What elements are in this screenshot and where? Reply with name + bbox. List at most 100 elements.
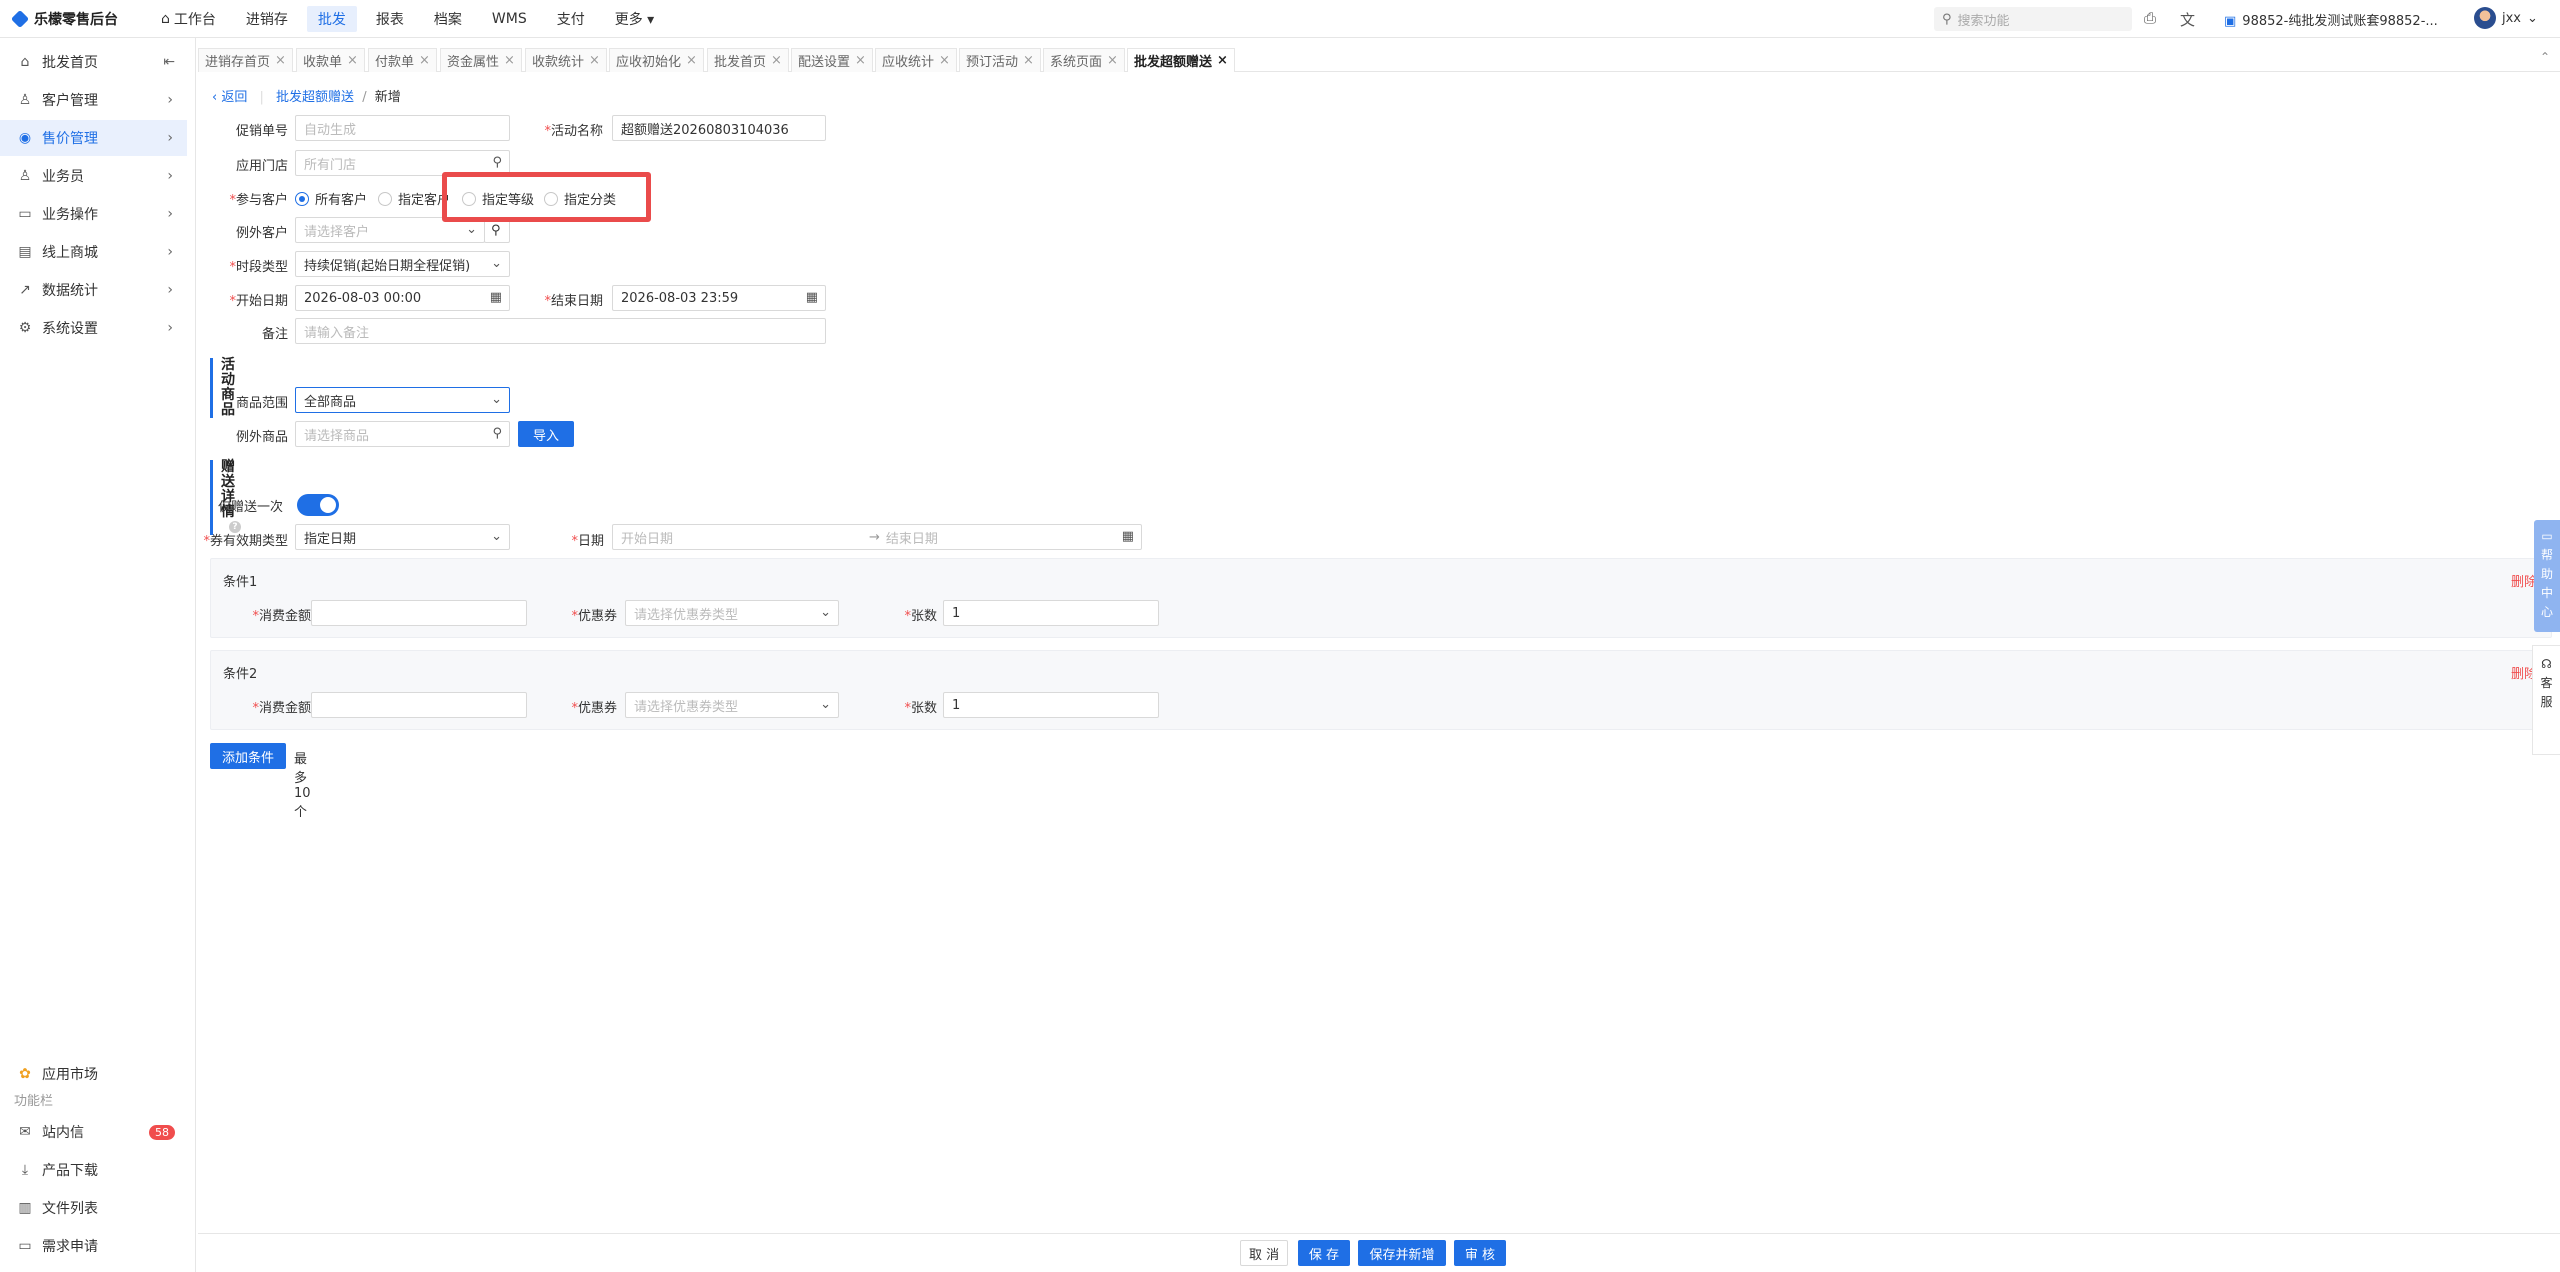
validity-type-select[interactable]: 指定日期 ⌄ — [295, 524, 510, 550]
sidebar-item-online-mall[interactable]: ▤ 线上商城 › — [0, 234, 187, 270]
sidebar-item-operations[interactable]: ▭ 业务操作 › — [0, 196, 187, 232]
import-button[interactable]: 导入 — [518, 421, 574, 447]
save-button[interactable]: 保 存 — [1298, 1240, 1350, 1266]
tab[interactable]: 收款单 × — [296, 48, 365, 72]
back-link[interactable]: ‹ 返回 — [212, 90, 247, 105]
collapse-sidebar-icon[interactable]: ⇤ — [163, 54, 175, 70]
search-input[interactable]: ⚲ 搜索功能 — [1934, 7, 2132, 31]
search-icon: ⚲ — [1942, 11, 1952, 27]
tab[interactable]: 应收初始化 × — [609, 48, 704, 72]
user-menu[interactable]: jxx ⌄ — [2474, 7, 2538, 29]
breadcrumb-parent[interactable]: 批发超额赠送 — [276, 90, 354, 105]
calendar-icon: ▦ — [805, 290, 818, 305]
exclude-goods-input[interactable]: 请选择商品 ⚲ — [295, 421, 510, 447]
add-condition-button[interactable]: 添加条件 — [210, 743, 286, 769]
sidebar-item-settings[interactable]: ⚙ 系统设置 › — [0, 310, 187, 346]
close-icon[interactable]: × — [1107, 53, 1118, 68]
close-icon[interactable]: × — [771, 53, 782, 68]
radio-all-customers[interactable]: 所有客户 — [295, 189, 367, 208]
user-icon: ♙ — [18, 92, 32, 108]
chevron-right-icon: › — [167, 244, 173, 260]
date-range-label: *日期 — [571, 534, 604, 549]
goods-range-select[interactable]: 全部商品 ⌄ — [295, 387, 510, 413]
tab[interactable]: 预订活动 × — [959, 48, 1041, 72]
close-icon[interactable]: × — [504, 53, 515, 68]
sidebar-item-customers[interactable]: ♙ 客户管理 › — [0, 82, 187, 118]
date-range-picker[interactable]: 开始日期 → 结束日期 ▦ — [612, 524, 1142, 550]
promo-no-input[interactable]: 自动生成 — [295, 115, 510, 141]
start-date-picker[interactable]: 2026-08-03 00:00 ▦ — [295, 285, 510, 311]
coupon-label: *优惠券 — [571, 609, 617, 624]
nav-reports[interactable]: 报表 — [365, 6, 415, 32]
nav-archive[interactable]: 档案 — [423, 6, 473, 32]
cancel-button[interactable]: 取 消 — [1240, 1240, 1288, 1266]
nav-payment[interactable]: 支付 — [546, 6, 596, 32]
tab[interactable]: 配送设置 × — [791, 48, 873, 72]
tab[interactable]: 付款单 × — [368, 48, 437, 72]
tab[interactable]: 系统页面 × — [1043, 48, 1125, 72]
close-icon[interactable]: × — [347, 53, 358, 68]
close-icon[interactable]: × — [275, 53, 286, 68]
printer-icon[interactable]: ⎙ — [2144, 9, 2156, 27]
sidebar-item-app-market[interactable]: ✿ 应用市场 — [0, 1056, 187, 1092]
help-center-button[interactable]: ▭ 帮助中心 — [2534, 520, 2560, 632]
end-date-picker[interactable]: 2026-08-03 23:59 ▦ — [612, 285, 826, 311]
condition-title: 条件1 — [223, 575, 258, 590]
save-and-new-button[interactable]: 保存并新增 — [1358, 1240, 1446, 1266]
nav-wms[interactable]: WMS — [481, 8, 538, 30]
logo-icon — [10, 9, 30, 29]
coupon-select[interactable]: 请选择优惠券类型 ⌄ — [625, 692, 839, 718]
close-icon[interactable]: × — [419, 53, 430, 68]
search-icon[interactable]: ⚲ — [492, 426, 502, 441]
headset-icon: ☊ — [2541, 657, 2552, 671]
tab[interactable]: 批发首页 × — [707, 48, 789, 72]
sidebar-item-download[interactable]: ⤓ 产品下载 — [0, 1152, 187, 1188]
sidebar-item-files[interactable]: ▥ 文件列表 — [0, 1190, 187, 1226]
count-input[interactable]: 1 — [943, 692, 1159, 718]
sidebar-item-statistics[interactable]: ↗ 数据统计 › — [0, 272, 187, 308]
start-date-label: *开始日期 — [229, 294, 288, 309]
page-tabs: 进销存首页 × 收款单 × 付款单 × 资金属性 × 收款统计 × 应收初始化 × 批发首页… — [198, 44, 2560, 72]
close-icon[interactable]: × — [1023, 53, 1034, 68]
nav-workbench[interactable]: ⌂ 工作台 — [150, 6, 227, 32]
amount-input[interactable] — [311, 692, 527, 718]
sidebar-item-pricing[interactable]: ◉ 售价管理 › — [0, 120, 187, 156]
chevron-down-icon: ⌄ — [820, 697, 831, 712]
download-icon: ⤓ — [21, 1162, 29, 1178]
sidebar-item-salesman[interactable]: ♙ 业务员 › — [0, 158, 187, 194]
sidebar-item-messages[interactable]: ✉ 站内信 58 — [0, 1114, 187, 1150]
radio-specific-customers[interactable]: 指定客户 — [378, 189, 450, 208]
app-logo[interactable]: 乐檬零售后台 — [10, 9, 118, 29]
tabs-menu-icon[interactable]: ⌃ — [2540, 50, 2550, 64]
tab-active[interactable]: 批发超额赠送 × — [1127, 48, 1235, 72]
close-icon[interactable]: × — [589, 53, 600, 68]
close-icon[interactable]: × — [686, 53, 697, 68]
close-icon[interactable]: × — [939, 53, 950, 68]
nav-more[interactable]: 更多 ▾ — [604, 6, 665, 32]
close-icon[interactable]: × — [1217, 53, 1228, 68]
customer-service-button[interactable]: ☊ 客服 — [2532, 645, 2560, 755]
tab[interactable]: 进销存首页 × — [198, 48, 293, 72]
tab[interactable]: 收款统计 × — [525, 48, 607, 72]
sidebar-item-wholesale-home[interactable]: ⌂ 批发首页 ⇤ — [0, 44, 187, 80]
amount-label: *消费金额 — [252, 609, 311, 624]
coupon-select[interactable]: 请选择优惠券类型 ⌄ — [625, 600, 839, 626]
activity-name-input[interactable]: 超额赠送20260803104036 — [612, 115, 826, 141]
tab[interactable]: 应收统计 × — [875, 48, 957, 72]
translate-icon[interactable]: 文 — [2180, 9, 2195, 30]
period-type-select[interactable]: 持续促销(起始日期全程促销) ⌄ — [295, 251, 510, 277]
highlight-box — [442, 172, 651, 222]
search-icon[interactable]: ⚲ — [492, 155, 502, 170]
approve-button[interactable]: 审 核 — [1454, 1240, 1506, 1266]
close-icon[interactable]: × — [855, 53, 866, 68]
gift-once-toggle[interactable] — [297, 494, 339, 516]
nav-inventory[interactable]: 进销存 — [235, 6, 299, 32]
amount-input[interactable] — [311, 600, 527, 626]
sidebar-item-requests[interactable]: ▭ 需求申请 — [0, 1228, 187, 1264]
account-switcher[interactable]: ▣ 98852-纯批发测试账套98852-... — [2224, 10, 2438, 29]
app-title: 乐檬零售后台 — [34, 12, 118, 28]
remark-input[interactable]: 请输入备注 — [295, 318, 826, 344]
nav-wholesale[interactable]: 批发 — [306, 6, 357, 32]
tab[interactable]: 资金属性 × — [440, 48, 522, 72]
count-input[interactable]: 1 — [943, 600, 1159, 626]
